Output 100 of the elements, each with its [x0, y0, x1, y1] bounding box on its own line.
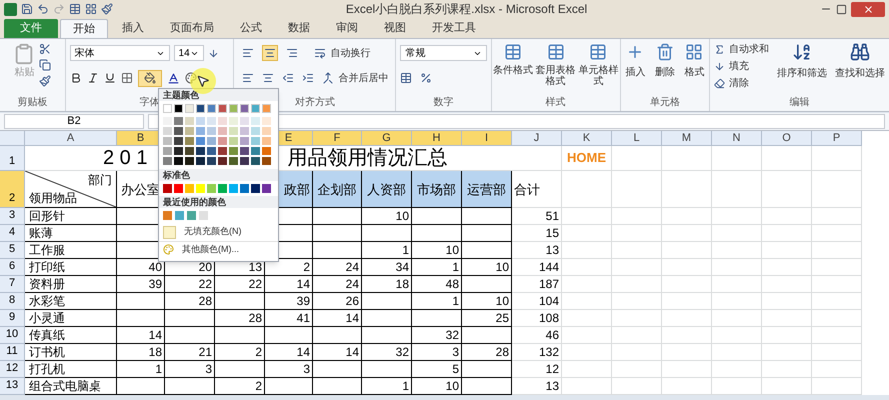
column-header[interactable]: G: [362, 131, 412, 146]
grid-icon[interactable]: [85, 3, 97, 15]
color-swatch[interactable]: [185, 137, 194, 145]
select-all-corner[interactable]: [0, 131, 25, 146]
column-header[interactable]: M: [662, 131, 712, 146]
color-swatch[interactable]: [174, 157, 183, 165]
color-swatch[interactable]: [251, 157, 260, 165]
save-icon[interactable]: [21, 3, 33, 15]
color-swatch[interactable]: [175, 211, 184, 220]
color-swatch[interactable]: [229, 184, 238, 193]
row-header[interactable]: 12: [0, 361, 25, 378]
color-swatch[interactable]: [240, 127, 249, 135]
decrease-indent-icon[interactable]: [282, 72, 294, 84]
font-size-dropdown[interactable]: 14: [174, 45, 204, 61]
italic-icon[interactable]: [86, 72, 99, 84]
underline-icon[interactable]: [104, 72, 116, 84]
color-swatch[interactable]: [251, 147, 260, 155]
ribbon-tab[interactable]: 开始: [60, 19, 108, 38]
color-swatch[interactable]: [229, 137, 238, 145]
color-swatch[interactable]: [196, 104, 205, 113]
column-header[interactable]: P: [812, 131, 862, 146]
column-header[interactable]: J: [512, 131, 562, 146]
color-swatch[interactable]: [207, 127, 216, 135]
edit-button[interactable]: 清除: [714, 76, 769, 91]
column-header[interactable]: O: [762, 131, 812, 146]
color-swatch[interactable]: [251, 117, 260, 125]
undo-icon[interactable]: [37, 3, 49, 15]
color-swatch[interactable]: [163, 147, 172, 155]
ribbon-tab[interactable]: 插入: [110, 19, 156, 38]
increase-indent-icon[interactable]: [302, 72, 314, 84]
color-swatch[interactable]: [196, 184, 205, 193]
color-swatch[interactable]: [240, 147, 249, 155]
cell-button[interactable]: 插入: [625, 43, 646, 80]
column-header[interactable]: F: [313, 131, 362, 146]
color-swatch[interactable]: [251, 137, 260, 145]
ribbon-tab[interactable]: 数据: [276, 19, 322, 38]
arrow-down-icon[interactable]: [208, 48, 219, 58]
color-swatch[interactable]: [262, 117, 271, 125]
merge-center-button[interactable]: 合并后居中: [322, 70, 388, 86]
edit-button[interactable]: 自动求和: [714, 42, 769, 57]
color-swatch[interactable]: [185, 104, 194, 113]
paintbrush-icon[interactable]: [39, 75, 52, 87]
color-swatch[interactable]: [196, 137, 205, 145]
cell-button[interactable]: 删除: [654, 43, 675, 80]
color-swatch[interactable]: [174, 104, 183, 113]
ribbon-tab[interactable]: 公式: [228, 19, 274, 38]
table-icon[interactable]: [400, 72, 412, 84]
column-header[interactable]: H: [412, 131, 462, 146]
align-bottom-icon[interactable]: [286, 47, 298, 59]
color-swatch[interactable]: [196, 157, 205, 165]
row-header[interactable]: 8: [0, 293, 25, 310]
ribbon-tab[interactable]: 开发工具: [420, 19, 488, 38]
percent-icon[interactable]: [420, 72, 432, 84]
edit-button[interactable]: 填充: [714, 59, 769, 74]
table-icon[interactable]: [69, 3, 81, 15]
edit-button[interactable]: 查找和选择: [835, 42, 885, 91]
style-button[interactable]: 条件格式: [492, 43, 534, 87]
color-swatch[interactable]: [207, 104, 216, 113]
maximize-icon[interactable]: [836, 4, 847, 14]
color-swatch[interactable]: [262, 184, 271, 193]
color-swatch[interactable]: [240, 104, 249, 113]
column-header[interactable]: I: [462, 131, 512, 146]
color-swatch[interactable]: [262, 127, 271, 135]
font-color-icon[interactable]: [166, 72, 180, 84]
color-swatch[interactable]: [262, 157, 271, 165]
color-swatch[interactable]: [196, 117, 205, 125]
color-swatch[interactable]: [185, 147, 194, 155]
color-swatch[interactable]: [240, 184, 249, 193]
color-swatch[interactable]: [251, 127, 260, 135]
ribbon-tab[interactable]: 审阅: [324, 19, 370, 38]
color-swatch[interactable]: [229, 147, 238, 155]
redo-icon[interactable]: [53, 3, 65, 15]
row-header[interactable]: 9: [0, 310, 25, 327]
copy-icon[interactable]: [39, 59, 52, 71]
color-swatch[interactable]: [174, 184, 183, 193]
color-swatch[interactable]: [218, 117, 227, 125]
row-header[interactable]: 2: [0, 171, 25, 208]
color-swatch[interactable]: [174, 127, 183, 135]
color-swatch[interactable]: [207, 157, 216, 165]
ribbon-tab[interactable]: 文件: [4, 19, 58, 38]
color-swatch[interactable]: [196, 147, 205, 155]
borders-icon[interactable]: [120, 72, 133, 84]
row-header[interactable]: 1: [0, 146, 25, 171]
color-swatch[interactable]: [240, 157, 249, 165]
color-swatch[interactable]: [218, 127, 227, 135]
color-swatch[interactable]: [262, 137, 271, 145]
number-format-dropdown[interactable]: 常规: [400, 45, 487, 61]
color-swatch[interactable]: [207, 137, 216, 145]
style-button[interactable]: 套用表格格式: [534, 43, 577, 87]
fill-color-button[interactable]: [138, 70, 162, 86]
color-swatch[interactable]: [240, 137, 249, 145]
color-swatch[interactable]: [174, 137, 183, 145]
color-swatch[interactable]: [262, 104, 271, 113]
color-swatch[interactable]: [185, 157, 194, 165]
row-header[interactable]: 3: [0, 208, 25, 225]
row-header[interactable]: 7: [0, 276, 25, 293]
color-swatch[interactable]: [174, 117, 183, 125]
row-header[interactable]: 10: [0, 327, 25, 344]
align-middle-icon[interactable]: [262, 45, 278, 61]
color-swatch[interactable]: [262, 147, 271, 155]
